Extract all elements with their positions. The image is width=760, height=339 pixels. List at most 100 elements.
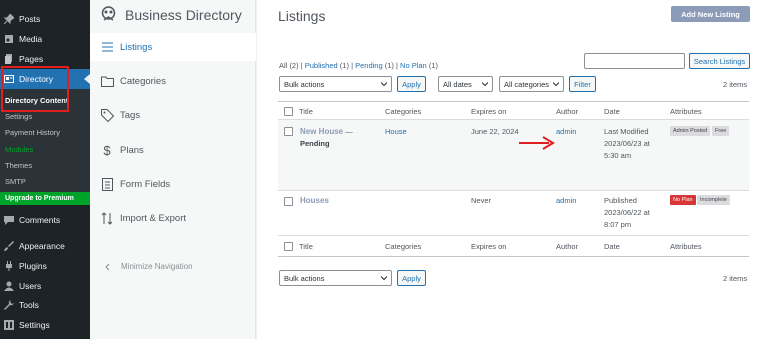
bd-navigation: Business Directory Listings Categories T…: [90, 0, 256, 339]
footer-border: [278, 235, 749, 236]
filter-no-plan[interactable]: No Plan (1): [400, 61, 438, 70]
select-all-checkbox[interactable]: [284, 107, 293, 116]
row-checkbox[interactable]: [284, 197, 293, 206]
wrench-icon: [4, 300, 14, 310]
chevron-down-icon: [482, 82, 488, 87]
menu-posts[interactable]: Posts: [0, 9, 90, 29]
minimize-navigation[interactable]: Minimize Navigation: [104, 262, 193, 271]
col-expires[interactable]: Expires on: [471, 107, 506, 116]
date-value: Last Modified 2023/06/23 at 5:30 am: [604, 127, 650, 160]
search-input[interactable]: [584, 53, 685, 69]
menu-pages-label: Pages: [19, 54, 44, 64]
apply-button-top[interactable]: Apply: [397, 76, 426, 92]
folder-icon: [100, 74, 114, 88]
items-count-bottom: 2 items: [723, 274, 748, 283]
author-link[interactable]: admin: [556, 195, 576, 207]
nav-listings[interactable]: Listings: [90, 33, 256, 61]
filter-pending[interactable]: Pending (1): [355, 61, 394, 70]
nav-tags[interactable]: Tags: [90, 101, 256, 129]
filter-button[interactable]: Filter: [569, 76, 596, 92]
menu-plugins-label: Plugins: [19, 261, 47, 271]
col-title-footer[interactable]: Title: [299, 242, 313, 251]
select-all-checkbox-bottom[interactable]: [284, 242, 293, 251]
table-bottom-border: [278, 256, 749, 257]
dates-select[interactable]: All dates: [438, 76, 493, 92]
bd-logo-icon: [101, 6, 116, 21]
nav-tags-label: Tags: [120, 109, 141, 121]
apply-button-bottom[interactable]: Apply: [397, 270, 426, 286]
col-author[interactable]: Author: [556, 107, 578, 116]
chevron-left-icon: [105, 263, 110, 270]
submenu-payment-history[interactable]: Payment History: [5, 128, 60, 137]
bulk-actions-select-top[interactable]: Bulk actions: [279, 76, 392, 92]
col-title[interactable]: Title: [299, 107, 313, 116]
menu-settings[interactable]: Settings: [0, 315, 90, 335]
pushpin-icon: [4, 14, 14, 24]
red-arrow-icon: [519, 136, 555, 150]
list-icon: [100, 40, 114, 54]
settings-icon: [4, 320, 14, 330]
search-listings-button[interactable]: Search Listings: [689, 53, 750, 69]
highlight-box: [1, 66, 69, 112]
menu-posts-label: Posts: [19, 14, 41, 24]
menu-appearance[interactable]: Appearance: [0, 236, 90, 256]
expires-value: Never: [471, 196, 492, 205]
minimize-navigation-label: Minimize Navigation: [121, 262, 193, 271]
import-export-icon: [100, 211, 114, 225]
nav-form-fields-label: Form Fields: [120, 178, 171, 190]
menu-appearance-label: Appearance: [19, 241, 65, 251]
tag-icon: [100, 108, 114, 122]
category-link[interactable]: House: [385, 126, 407, 138]
submenu-smtp[interactable]: SMTP: [5, 177, 26, 186]
pages-icon: [5, 54, 12, 64]
main-content: Listings Add New Listing All (2) | Publi…: [257, 0, 760, 339]
menu-settings-label: Settings: [19, 320, 50, 330]
user-icon: [4, 281, 14, 291]
col-date-footer[interactable]: Date: [604, 242, 620, 251]
col-date[interactable]: Date: [604, 107, 620, 116]
menu-comments[interactable]: Comments: [0, 210, 90, 230]
status-badge: Free: [712, 126, 730, 136]
col-expires-footer[interactable]: Expires on: [471, 242, 506, 251]
nav-import-export[interactable]: Import & Export: [90, 204, 256, 232]
nav-listings-label: Listings: [120, 41, 153, 53]
submenu-themes[interactable]: Themes: [5, 161, 32, 170]
menu-tools[interactable]: Tools: [0, 295, 90, 315]
menu-plugins[interactable]: Plugins: [0, 256, 90, 276]
upgrade-to-premium-link[interactable]: Upgrade to Premium: [0, 192, 90, 205]
dates-value: All dates: [443, 79, 472, 89]
author-link[interactable]: admin: [556, 126, 576, 138]
form-icon: [100, 177, 114, 191]
items-count-top: 2 items: [723, 80, 748, 89]
listing-title-link[interactable]: New House: [300, 127, 343, 136]
media-icon: [5, 35, 13, 43]
listing-state: Pending: [300, 139, 330, 148]
chevron-down-icon: [553, 82, 559, 87]
row-checkbox[interactable]: [284, 127, 293, 136]
menu-users[interactable]: Users: [0, 276, 90, 296]
bd-title: Business Directory: [100, 6, 242, 23]
add-new-listing-button[interactable]: Add New Listing: [671, 6, 750, 22]
menu-comments-label: Comments: [19, 215, 61, 225]
menu-media-label: Media: [19, 34, 43, 44]
nav-import-export-label: Import & Export: [120, 212, 186, 224]
submenu-modules[interactable]: Modules: [5, 145, 33, 154]
categories-select[interactable]: All categories: [499, 76, 564, 92]
status-filter-links: All (2) | Published (1) | Pending (1) | …: [279, 61, 438, 70]
col-author-footer[interactable]: Author: [556, 242, 578, 251]
bulk-actions-select-bottom[interactable]: Bulk actions: [279, 270, 392, 286]
nav-categories[interactable]: Categories: [90, 67, 256, 95]
nav-form-fields[interactable]: Form Fields: [90, 170, 256, 198]
filter-all[interactable]: All (2): [279, 61, 299, 70]
nav-plans[interactable]: $ Plans: [90, 136, 256, 164]
menu-media[interactable]: Media: [0, 29, 90, 49]
bulk-actions-value: Bulk actions: [284, 273, 325, 283]
plug-icon: [6, 261, 12, 271]
nav-plans-label: Plans: [120, 144, 144, 156]
submenu-settings[interactable]: Settings: [5, 112, 32, 121]
row-border: [278, 190, 749, 191]
row-title-cell: New House — Pending: [300, 127, 353, 148]
filter-published[interactable]: Published (1): [305, 61, 349, 70]
bulk-actions-value: Bulk actions: [284, 79, 325, 89]
listing-title-link[interactable]: Houses: [300, 195, 329, 207]
